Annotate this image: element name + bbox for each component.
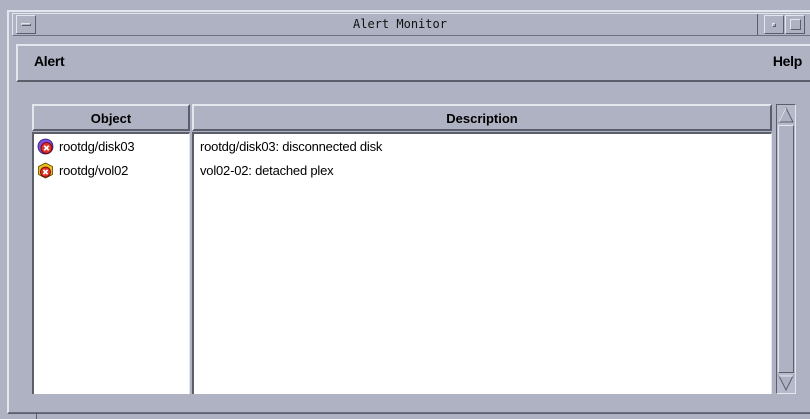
minimize-icon	[772, 22, 776, 27]
object-cells: rootdg/disk03 rootdg/vol02	[32, 132, 190, 394]
description-cells: rootdg/disk03: disconnected disk vol02-0…	[192, 132, 772, 394]
desktop-edge	[0, 0, 810, 10]
alert-description: rootdg/disk03: disconnected disk	[200, 138, 383, 154]
alert-description: vol02-02: detached plex	[200, 162, 334, 178]
table-row[interactable]: vol02-02: detached plex	[194, 158, 771, 182]
window-bottom-edge	[10, 412, 810, 419]
window-title: Alert Monitor	[43, 14, 758, 35]
scroll-thumb[interactable]	[778, 125, 794, 373]
minimize-button[interactable]	[764, 15, 784, 34]
scroll-down-arrow-icon[interactable]	[778, 374, 794, 392]
menu-bar: Alert Help	[16, 44, 810, 82]
column-header-object[interactable]: Object	[32, 104, 190, 131]
table-row[interactable]: rootdg/vol02	[34, 158, 189, 182]
column-header-description[interactable]: Description	[192, 104, 772, 131]
table-row[interactable]: rootdg/disk03: disconnected disk	[194, 134, 771, 158]
vertical-scrollbar[interactable]	[776, 104, 796, 394]
object-name: rootdg/disk03	[59, 138, 135, 154]
window-menu-button[interactable]	[16, 15, 36, 34]
maximize-icon	[789, 19, 801, 30]
volume-alert-icon	[38, 162, 53, 178]
disk-alert-icon	[37, 138, 54, 154]
window-menu-icon	[21, 23, 31, 26]
alert-list: Object rootdg/disk03 rootdg/vol02 Descri…	[32, 104, 776, 394]
resize-handle[interactable]	[36, 412, 37, 419]
object-column: Object rootdg/disk03 rootdg/vol02	[32, 104, 190, 394]
description-column: Description rootdg/disk03: disconnected …	[192, 104, 772, 394]
maximize-button[interactable]	[785, 15, 805, 34]
scroll-up-arrow-icon[interactable]	[778, 106, 794, 124]
menu-alert[interactable]: Alert	[34, 53, 65, 69]
title-bar[interactable]: Alert Monitor	[12, 13, 810, 36]
object-name: rootdg/vol02	[59, 162, 129, 178]
menu-help[interactable]: Help	[773, 53, 802, 69]
table-row[interactable]: rootdg/disk03	[34, 134, 189, 158]
